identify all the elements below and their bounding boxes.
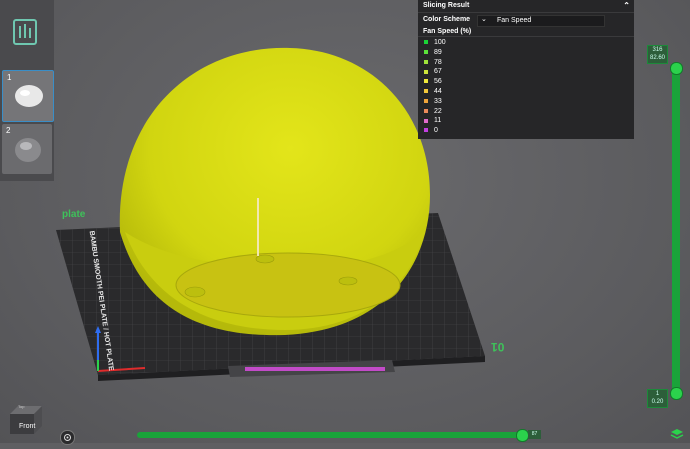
legend-value: 44: [434, 88, 442, 95]
plate-thumbnail-number: 2: [6, 126, 11, 135]
legend-item: 11: [424, 116, 441, 125]
plate-list: 1 2: [0, 0, 54, 181]
support-pillar: [257, 198, 259, 256]
legend-value: 56: [434, 78, 442, 86]
legend-swatch: [424, 59, 428, 64]
view-cube-top-label: Top: [18, 404, 25, 409]
sliced-model-dome[interactable]: [119, 47, 430, 336]
bottom-layer-height: 0.20: [651, 399, 664, 405]
legend-item: 56: [424, 77, 442, 86]
plate-strip-bar: [245, 367, 385, 371]
legend-value: 67: [434, 68, 442, 76]
bottom-layer-readout: 1 0.20: [647, 389, 668, 408]
legend-swatch: [424, 69, 428, 74]
bottom-layer-number: 1: [655, 391, 660, 397]
legend-value: 100: [434, 39, 446, 46]
legend-item: 44: [424, 87, 442, 96]
legend-swatch: [424, 108, 428, 113]
plate-label: plate: [62, 209, 86, 220]
plate-thumbnail-2[interactable]: 2: [2, 124, 52, 174]
legend-value: 78: [434, 58, 442, 66]
slicing-result-panel: Slicing Result ⌃ Color Scheme ⌄ Fan Spee…: [418, 0, 634, 139]
top-layer-height: 82.60: [649, 55, 665, 61]
legend-value: 33: [434, 97, 442, 105]
move-slider-track[interactable]: [137, 432, 523, 438]
color-scheme-dropdown[interactable]: ⌄ Fan Speed: [477, 15, 605, 27]
top-layer-readout: 316 82.60: [647, 45, 668, 64]
plate-thumbnail-number: 1: [7, 73, 12, 82]
color-scheme-value: Fan Speed: [497, 17, 532, 24]
legend-divider: [418, 36, 634, 37]
legend-item: 0: [424, 126, 438, 135]
view-cube-front-label[interactable]: Front: [19, 423, 35, 430]
legend-item: 89: [424, 48, 442, 57]
legend-swatch: [424, 98, 428, 103]
legend-item: 67: [424, 67, 442, 76]
chevron-down-icon: ⌄: [481, 16, 487, 23]
legend-item: 78: [424, 58, 442, 67]
legend-swatch: [424, 118, 428, 123]
move-slider-value: 87: [528, 430, 541, 439]
legend-swatch: [424, 40, 428, 45]
legend-value: 0: [434, 127, 438, 135]
legend-swatch: [424, 79, 428, 84]
legend-swatch: [424, 49, 428, 54]
legend-value: 89: [434, 48, 442, 56]
layer-slider-top-handle[interactable]: [670, 62, 683, 75]
legend-value: 22: [434, 107, 442, 115]
plate-number: 01: [491, 340, 505, 354]
legend-item: 100: [424, 38, 446, 47]
legend-item: 22: [424, 107, 442, 116]
layer-slider-bottom-handle[interactable]: [670, 387, 683, 400]
legend-title: Fan Speed (%): [423, 28, 472, 35]
legend-swatch: [424, 89, 428, 94]
slice-all-icon[interactable]: [8, 14, 42, 52]
legend-value: 11: [434, 117, 442, 125]
color-scheme-label: Color Scheme: [423, 16, 471, 23]
layers-icon[interactable]: [670, 428, 684, 440]
top-layer-number: 316: [652, 47, 663, 53]
plate-thumbnail-1[interactable]: 1: [2, 70, 54, 122]
legend-swatch: [424, 128, 428, 133]
layer-slider-track[interactable]: [672, 66, 680, 392]
panel-title: Slicing Result: [423, 2, 470, 9]
legend-item: 33: [424, 97, 442, 106]
collapse-icon[interactable]: ⌃: [623, 0, 630, 12]
